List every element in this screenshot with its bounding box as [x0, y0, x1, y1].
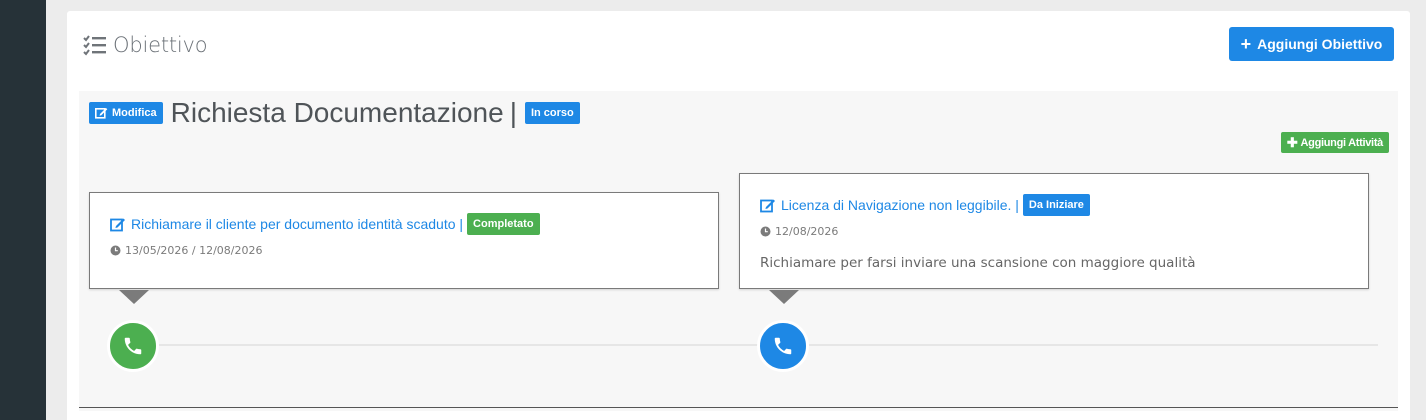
- add-activity-button[interactable]: ✚ Aggiungi Attività: [1280, 132, 1389, 153]
- activity-date-text: 13/05/2026 / 12/08/2026: [125, 244, 263, 257]
- activity-title-row: Richiamare il cliente per documento iden…: [110, 213, 698, 235]
- activity-date-text: 12/08/2026: [775, 225, 839, 238]
- activity-title: Richiamare il cliente per documento iden…: [131, 216, 464, 232]
- goal-panel: Obiettivo + Aggiungi Obiettivo Modifica …: [67, 11, 1410, 420]
- card-pointer: [769, 290, 799, 304]
- activity-card: Richiamare il cliente per documento iden…: [89, 192, 719, 289]
- activity-description: Richiamare per farsi inviare una scansio…: [760, 255, 1196, 271]
- activity-status-badge: Completato: [467, 213, 540, 235]
- timeline-node[interactable]: [757, 320, 809, 372]
- activity-status-badge: Da Iniziare: [1022, 194, 1090, 216]
- divider: [79, 407, 1398, 408]
- goal-header: Modifica Richiesta Documentazione | In c…: [89, 97, 580, 129]
- activity-link[interactable]: Richiamare il cliente per documento iden…: [110, 216, 463, 232]
- panel-title: Obiettivo: [113, 33, 208, 57]
- edit-icon: [760, 199, 775, 212]
- add-activity-label: Aggiungi Attività: [1300, 136, 1384, 149]
- add-goal-label: Aggiungi Obiettivo: [1257, 36, 1383, 52]
- activity-link[interactable]: Licenza di Navigazione non leggibile. |: [760, 197, 1019, 213]
- goal-title: Richiesta Documentazione: [170, 97, 504, 128]
- goal-status-badge: In corso: [524, 102, 580, 124]
- plus-icon: ✚: [1286, 134, 1298, 150]
- activity-title: Licenza di Navigazione non leggibile. |: [781, 197, 1019, 213]
- plus-icon: +: [1240, 34, 1252, 54]
- edit-goal-label: Modifica: [112, 107, 157, 119]
- panel-header: Obiettivo: [83, 31, 208, 59]
- activity-dates: 13/05/2026 / 12/08/2026: [110, 244, 698, 257]
- phone-icon: [124, 337, 142, 355]
- clock-icon: [110, 245, 121, 256]
- edit-icon: [110, 218, 125, 231]
- activity-card: Licenza di Navigazione non leggibile. | …: [739, 173, 1369, 289]
- edit-icon: [95, 107, 108, 119]
- sidebar: [0, 0, 46, 420]
- goal-area: Modifica Richiesta Documentazione | In c…: [79, 91, 1398, 411]
- add-goal-button[interactable]: + Aggiungi Obiettivo: [1229, 27, 1394, 61]
- timeline-node[interactable]: [107, 320, 159, 372]
- card-pointer: [119, 290, 149, 304]
- edit-goal-button[interactable]: Modifica: [89, 102, 163, 124]
- phone-icon: [774, 337, 792, 355]
- clock-icon: [760, 226, 771, 237]
- activity-dates: 12/08/2026: [760, 225, 1348, 238]
- tasks-icon: [83, 35, 106, 56]
- activity-title-row: Licenza di Navigazione non leggibile. | …: [760, 194, 1348, 216]
- goal-separator: |: [509, 97, 517, 128]
